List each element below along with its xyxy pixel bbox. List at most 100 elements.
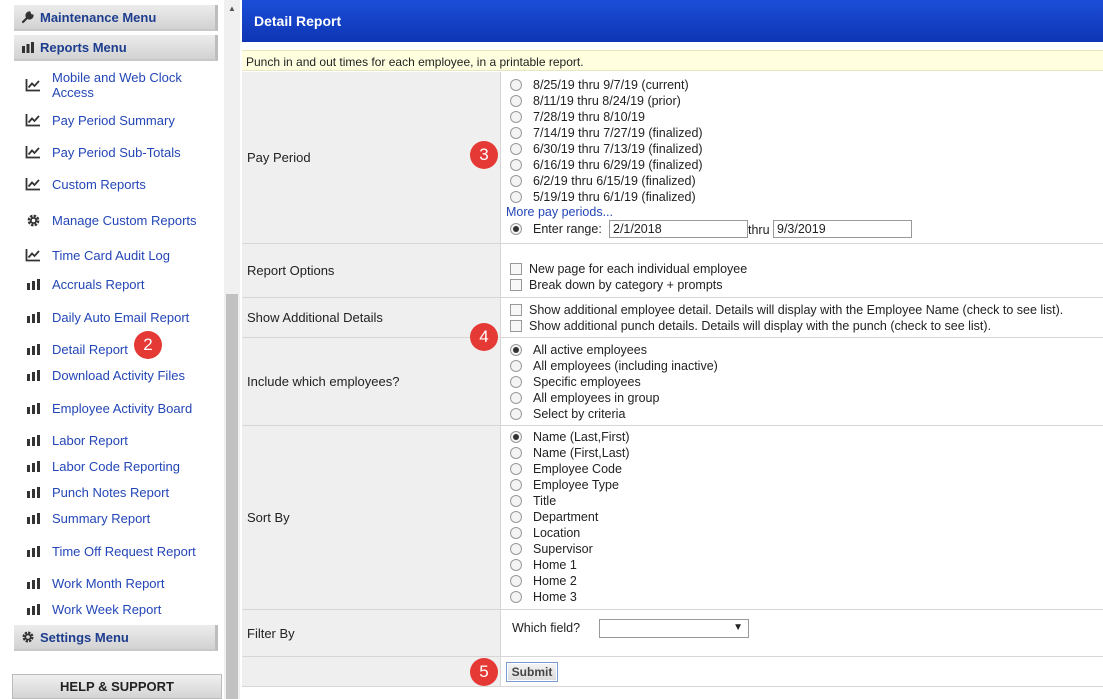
sort-by-radio[interactable] — [510, 591, 522, 603]
bar-chart-icon — [22, 460, 44, 472]
sort-by-radio[interactable] — [510, 559, 522, 571]
pay-period-radio[interactable] — [510, 175, 522, 187]
pay-period-option[interactable]: 6/30/19 thru 7/13/19 (finalized) — [510, 142, 703, 156]
pay-period-option[interactable]: 8/11/19 thru 8/24/19 (prior) — [510, 94, 681, 108]
sidebar-item-label: Labor Code Reporting — [52, 458, 180, 474]
include-employees-radio[interactable] — [510, 376, 522, 388]
sidebar-item-download-activity-files[interactable]: Download Activity Files — [22, 367, 218, 383]
pay-period-option[interactable]: 7/28/19 thru 8/10/19 — [510, 110, 645, 124]
include-employees-radio[interactable] — [510, 408, 522, 420]
include-employees-option[interactable]: All employees in group — [510, 391, 659, 405]
sort-by-radio[interactable] — [510, 543, 522, 555]
sidebar-item-work-week-report[interactable]: Work Week Report — [22, 601, 218, 617]
report-option-check[interactable] — [510, 279, 522, 291]
sidebar-item-label: Time Off Request Report — [52, 543, 196, 559]
additional-detail-check[interactable] — [510, 320, 522, 332]
pay-period-radio[interactable] — [510, 79, 522, 91]
pay-period-option[interactable]: 6/16/19 thru 6/29/19 (finalized) — [510, 158, 703, 172]
include-employees-option-label: All employees in group — [533, 391, 660, 405]
include-employees-radio[interactable] — [510, 360, 522, 372]
help-support-button[interactable]: HELP & SUPPORT — [12, 674, 222, 699]
sort-by-option[interactable]: Supervisor — [510, 542, 593, 556]
sidebar-item-employee-activity-board[interactable]: Employee Activity Board — [22, 392, 218, 424]
more-pay-periods-link[interactable]: More pay periods... — [506, 205, 613, 219]
sort-by-option-label: Home 3 — [533, 590, 577, 604]
sort-by-option[interactable]: Home 1 — [510, 558, 577, 572]
sidebar-item-mobile-and-web-clock-access[interactable]: Mobile and Web Clock Access — [22, 69, 218, 101]
sort-by-radio[interactable] — [510, 527, 522, 539]
bar-chart-icon — [22, 278, 44, 290]
report-option-option[interactable]: New page for each individual employee — [510, 262, 747, 276]
sidebar-item-manage-custom-reports[interactable]: Manage Custom Reports — [22, 204, 218, 236]
sidebar-item-daily-auto-email-report[interactable]: Daily Auto Email Report — [22, 301, 218, 333]
sidebar-item-work-month-report[interactable]: Work Month Report — [22, 575, 218, 591]
maintenance-menu[interactable]: Maintenance Menu — [14, 5, 218, 31]
reports-menu[interactable]: Reports Menu — [14, 35, 218, 61]
range-label: Enter range: — [533, 222, 602, 236]
additional-detail-option[interactable]: Show additional employee detail. Details… — [510, 303, 1063, 317]
sidebar-item-labor-code-reporting[interactable]: Labor Code Reporting — [22, 458, 218, 474]
sort-by-radio[interactable] — [510, 495, 522, 507]
pay-period-radio[interactable] — [510, 95, 522, 107]
pay-period-option[interactable]: 6/2/19 thru 6/15/19 (finalized) — [510, 174, 696, 188]
sidebar-scroll-thumb[interactable] — [226, 294, 238, 699]
pay-period-option[interactable]: 8/25/19 thru 9/7/19 (current) — [510, 78, 689, 92]
range-end-input[interactable]: 9/3/2019 — [773, 220, 912, 238]
sidebar-item-custom-reports[interactable]: Custom Reports — [22, 176, 218, 192]
sidebar-item-detail-report[interactable]: Detail Report — [22, 341, 218, 357]
sort-by-option[interactable]: Title — [510, 494, 556, 508]
line-chart-icon — [22, 78, 44, 92]
include-employees-radio[interactable] — [510, 344, 522, 356]
sort-by-option[interactable]: Home 2 — [510, 574, 577, 588]
additional-detail-check[interactable] — [510, 304, 522, 316]
which-field-select[interactable]: ▼ — [599, 619, 749, 638]
submit-button[interactable]: Submit — [506, 662, 558, 682]
include-employees-radio[interactable] — [510, 392, 522, 404]
sidebar-item-pay-period-summary[interactable]: Pay Period Summary — [22, 112, 218, 128]
annotation-badge-5: 5 — [470, 658, 498, 686]
include-employees-option[interactable]: All active employees — [510, 343, 647, 357]
settings-menu[interactable]: Settings Menu — [14, 625, 218, 651]
sidebar-item-accruals-report[interactable]: Accruals Report — [22, 276, 218, 292]
sidebar-item-summary-report[interactable]: Summary Report — [22, 510, 218, 526]
range-option[interactable]: Enter range: — [510, 222, 602, 236]
sort-by-radio[interactable] — [510, 447, 522, 459]
sort-by-option[interactable]: Department — [510, 510, 598, 524]
pay-period-option[interactable]: 5/19/19 thru 6/1/19 (finalized) — [510, 190, 696, 204]
additional-detail-option[interactable]: Show additional punch details. Details w… — [510, 319, 991, 333]
pay-period-radio[interactable] — [510, 111, 522, 123]
sort-by-option[interactable]: Employee Code — [510, 462, 622, 476]
scroll-up-arrow-icon[interactable]: ▲ — [224, 2, 240, 16]
sort-by-radio[interactable] — [510, 575, 522, 587]
sort-by-option[interactable]: Employee Type — [510, 478, 619, 492]
sort-by-option-label: Department — [533, 510, 599, 524]
sort-by-radio[interactable] — [510, 431, 522, 443]
sort-by-radio[interactable] — [510, 479, 522, 491]
sort-by-option[interactable]: Location — [510, 526, 580, 540]
pay-period-radio[interactable] — [510, 127, 522, 139]
include-employees-option[interactable]: All employees (including inactive) — [510, 359, 718, 373]
include-employees-option[interactable]: Select by criteria — [510, 407, 625, 421]
bar-chart-icon — [22, 311, 44, 323]
sort-by-option[interactable]: Name (First,Last) — [510, 446, 630, 460]
pay-period-radio[interactable] — [510, 191, 522, 203]
sidebar-item-time-off-request-report[interactable]: Time Off Request Report — [22, 535, 218, 567]
pay-period-radio[interactable] — [510, 159, 522, 171]
sort-by-option[interactable]: Name (Last,First) — [510, 430, 630, 444]
range-radio[interactable] — [510, 223, 522, 235]
sidebar-item-pay-period-sub-totals[interactable]: Pay Period Sub-Totals — [22, 144, 218, 160]
sidebar-item-time-card-audit-log[interactable]: Time Card Audit Log — [22, 247, 218, 263]
pay-period-radio[interactable] — [510, 143, 522, 155]
report-option-check[interactable] — [510, 263, 522, 275]
sidebar-item-label: Custom Reports — [52, 176, 146, 192]
sort-by-radio[interactable] — [510, 463, 522, 475]
report-option-option[interactable]: Break down by category + prompts — [510, 278, 723, 292]
bar-chart-icon — [22, 577, 44, 589]
sort-by-option[interactable]: Home 3 — [510, 590, 577, 604]
pay-period-option[interactable]: 7/14/19 thru 7/27/19 (finalized) — [510, 126, 703, 140]
sidebar-item-labor-report[interactable]: Labor Report — [22, 432, 218, 448]
sidebar-item-punch-notes-report[interactable]: Punch Notes Report — [22, 484, 218, 500]
include-employees-option[interactable]: Specific employees — [510, 375, 641, 389]
range-start-input[interactable]: 2/1/2018 — [609, 220, 748, 238]
sort-by-radio[interactable] — [510, 511, 522, 523]
